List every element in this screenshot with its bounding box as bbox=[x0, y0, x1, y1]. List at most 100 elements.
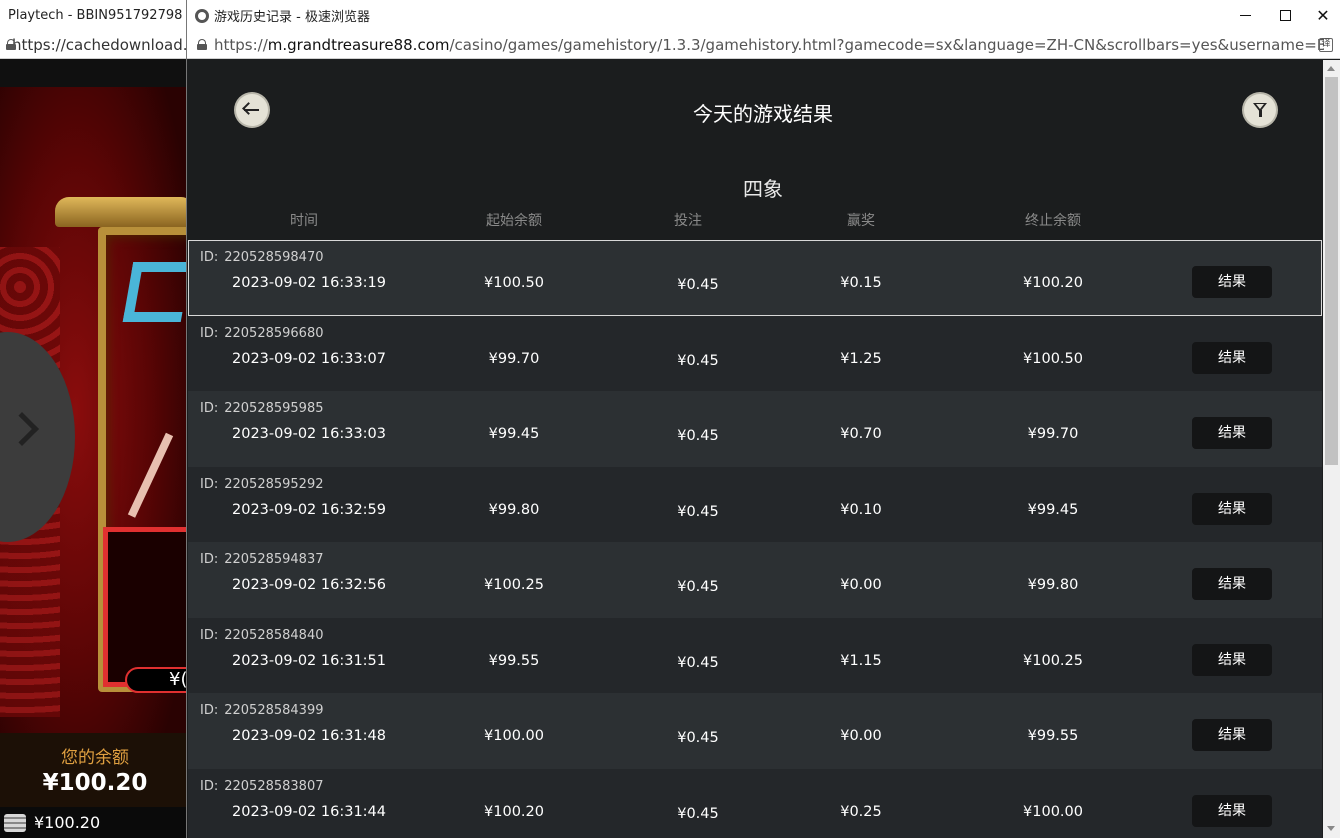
table-row[interactable]: ID: 220528583807 2023-09-02 16:31:44 ¥100.2… bbox=[188, 768, 1322, 838]
close-icon: ✕ bbox=[1316, 6, 1330, 25]
background-url: https://cachedownload.g bbox=[12, 35, 190, 54]
history-table-body: ID: 220528598470 2023-09-02 16:33:19 ¥100.5… bbox=[188, 240, 1322, 838]
cell-bet: ¥0.45 bbox=[677, 579, 719, 595]
popup-url[interactable]: https://m.grandtreasure88.com/casino/gam… bbox=[214, 36, 1324, 54]
id-label: ID: bbox=[200, 476, 219, 492]
id-label: ID: bbox=[200, 778, 219, 794]
balance-panel: 您的余额 ¥100.20 bbox=[0, 733, 190, 807]
popup-address-bar[interactable]: https://m.grandtreasure88.com/casino/gam… bbox=[187, 31, 1340, 59]
url-path: /casino/games/gamehistory/1.3.3/gamehist… bbox=[449, 35, 1325, 54]
vertical-scrollbar[interactable] bbox=[1323, 60, 1340, 838]
scroll-thumb[interactable] bbox=[1325, 77, 1338, 465]
round-id-value: 220528595292 bbox=[224, 476, 324, 492]
round-id: ID: 220528584840 bbox=[200, 628, 324, 643]
cell-start-balance: ¥100.25 bbox=[484, 577, 544, 593]
background-window-title: Playtech - BBIN951792798 - bbox=[8, 8, 190, 23]
cell-time: 2023-09-02 16:33:19 bbox=[232, 275, 386, 291]
background-toolbar-strip bbox=[0, 59, 190, 87]
cell-bet: ¥0.45 bbox=[677, 352, 719, 369]
blue-symbol-artwork bbox=[122, 262, 190, 322]
cell-time: 2023-09-02 16:32:59 bbox=[232, 501, 386, 518]
result-button[interactable]: 结果 bbox=[1192, 794, 1272, 827]
coins-icon bbox=[4, 813, 26, 832]
cell-start-balance: ¥99.80 bbox=[488, 501, 540, 518]
cell-end-balance: ¥99.45 bbox=[1027, 501, 1079, 518]
cell-start-balance: ¥100.20 bbox=[484, 803, 544, 820]
red-symbol-box bbox=[103, 527, 190, 687]
win-amount-pill: ¥( bbox=[125, 667, 190, 693]
column-header-start-balance: 起始余额 bbox=[486, 213, 542, 229]
minimize-button[interactable] bbox=[1223, 0, 1267, 31]
result-button[interactable]: 结果 bbox=[1192, 417, 1272, 449]
cell-win: ¥0.70 bbox=[840, 426, 882, 442]
cell-win: ¥0.00 bbox=[840, 577, 882, 593]
close-button[interactable]: ✕ bbox=[1301, 0, 1340, 31]
result-button[interactable]: 结果 bbox=[1192, 719, 1272, 751]
cell-time: 2023-09-02 16:31:44 bbox=[232, 803, 386, 820]
cell-win: ¥1.25 bbox=[840, 350, 882, 367]
round-id: ID: 220528598470 bbox=[200, 250, 324, 265]
lock-icon bbox=[197, 39, 207, 50]
round-id: ID: 220528594837 bbox=[200, 552, 324, 567]
globe-icon bbox=[195, 8, 209, 23]
url-host: m.grandtreasure88.com bbox=[267, 35, 450, 54]
result-button[interactable]: 结果 bbox=[1192, 492, 1272, 525]
column-header-end-balance: 终止余额 bbox=[1025, 213, 1081, 229]
round-id-value: 220528595985 bbox=[224, 401, 324, 416]
id-label: ID: bbox=[200, 703, 219, 718]
result-button[interactable]: 结果 bbox=[1192, 266, 1272, 298]
result-button[interactable]: 结果 bbox=[1192, 568, 1272, 600]
cell-end-balance: ¥100.25 bbox=[1023, 652, 1083, 669]
balance-label: 您的余额 bbox=[61, 748, 129, 768]
cell-bet: ¥0.45 bbox=[677, 503, 719, 520]
id-label: ID: bbox=[200, 627, 219, 643]
slot-game-canvas[interactable]: ¥( bbox=[0, 87, 190, 807]
table-row[interactable]: ID: 220528584399 2023-09-02 16:31:48 ¥100.0… bbox=[188, 693, 1322, 769]
cell-time: 2023-09-02 16:33:07 bbox=[232, 350, 386, 367]
column-header-time: 时间 bbox=[290, 213, 318, 229]
table-header: 时间 起始余额 投注 赢奖 终止余额 bbox=[188, 210, 1322, 230]
round-id: ID: 220528595985 bbox=[200, 401, 324, 416]
scroll-down-arrow-icon[interactable] bbox=[1327, 826, 1335, 831]
popup-titlebar[interactable]: 游戏历史记录 - 极速浏览器 ✕ bbox=[187, 0, 1340, 31]
cell-start-balance: ¥100.00 bbox=[484, 728, 544, 744]
cell-start-balance: ¥99.45 bbox=[488, 426, 540, 442]
filter-button[interactable] bbox=[1244, 94, 1276, 126]
cell-win: ¥0.10 bbox=[840, 501, 882, 518]
round-id: ID: 220528596680 bbox=[200, 326, 324, 341]
round-id: ID: 220528584399 bbox=[200, 703, 324, 718]
id-label: ID: bbox=[200, 250, 219, 265]
id-label: ID: bbox=[200, 401, 219, 416]
table-row[interactable]: ID: 220528595292 2023-09-02 16:32:59 ¥99.80… bbox=[188, 466, 1322, 542]
table-row[interactable]: ID: 220528594837 2023-09-02 16:32:56 ¥100.2… bbox=[188, 542, 1322, 618]
cell-end-balance: ¥99.55 bbox=[1027, 728, 1079, 744]
cell-end-balance: ¥100.50 bbox=[1023, 350, 1083, 367]
cell-bet: ¥0.45 bbox=[677, 730, 719, 746]
cell-time: 2023-09-02 16:33:03 bbox=[232, 426, 386, 442]
result-button[interactable]: 结果 bbox=[1192, 643, 1272, 676]
cell-bet: ¥0.45 bbox=[677, 654, 719, 671]
table-row[interactable]: ID: 220528598470 2023-09-02 16:33:19 ¥100.5… bbox=[188, 240, 1322, 316]
scroll-up-arrow-icon[interactable] bbox=[1327, 66, 1335, 71]
url-prefix: https:// bbox=[214, 35, 268, 54]
game-name: 四象 bbox=[743, 177, 783, 201]
cell-start-balance: ¥100.50 bbox=[484, 275, 544, 291]
result-button[interactable]: 结果 bbox=[1192, 341, 1272, 374]
game-history-popup-window: 游戏历史记录 - 极速浏览器 ✕ https://m.grandtreasure… bbox=[186, 0, 1340, 838]
table-row[interactable]: ID: 220528595985 2023-09-02 16:33:03 ¥99.45… bbox=[188, 391, 1322, 467]
round-id-value: 220528596680 bbox=[224, 325, 324, 341]
cell-win: ¥0.15 bbox=[840, 275, 882, 291]
round-id-value: 220528594837 bbox=[224, 552, 324, 567]
cell-time: 2023-09-02 16:32:56 bbox=[232, 577, 386, 593]
background-titlebar[interactable]: Playtech - BBIN951792798 - bbox=[0, 0, 190, 31]
minimize-icon bbox=[1239, 14, 1251, 17]
cell-end-balance: ¥99.80 bbox=[1027, 577, 1079, 593]
footer-balance: ¥100.20 bbox=[34, 813, 101, 832]
table-row[interactable]: ID: 220528584840 2023-09-02 16:31:51 ¥99.55… bbox=[188, 617, 1322, 693]
translate-icon[interactable]: 译 bbox=[1319, 38, 1333, 52]
cell-time: 2023-09-02 16:31:48 bbox=[232, 728, 386, 744]
table-row[interactable]: ID: 220528596680 2023-09-02 16:33:07 ¥99.70… bbox=[188, 315, 1322, 391]
column-header-bet: 投注 bbox=[674, 213, 702, 229]
prev-page-button[interactable] bbox=[0, 332, 75, 542]
background-urlbar[interactable]: https://cachedownload.g bbox=[0, 31, 190, 59]
